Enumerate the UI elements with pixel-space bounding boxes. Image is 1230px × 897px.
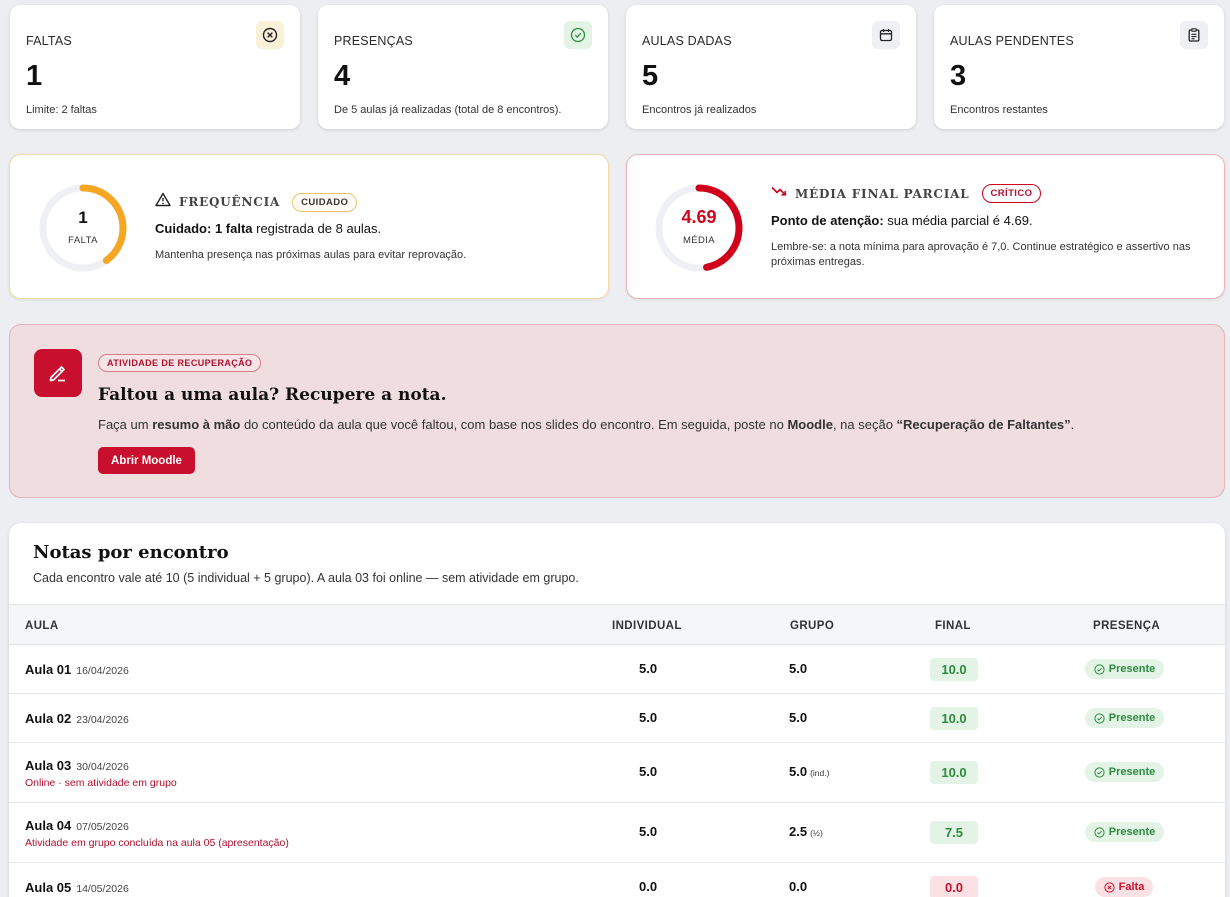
recovery-badge: ATIVIDADE DE RECUPERAÇÃO — [98, 354, 262, 372]
stat-value: 3 — [950, 60, 967, 92]
clipboard-icon — [1180, 21, 1208, 49]
row-individual: 5.0 — [639, 824, 658, 839]
check-circle-icon — [1094, 712, 1105, 724]
stat-card-aulas-pendentes: AULAS PENDENTES 3 Encontros restantes — [934, 5, 1224, 129]
grades-subtitle: Cada encontro vale até 10 (5 individual … — [33, 571, 579, 585]
row-presence-badge: Presente — [1085, 659, 1164, 679]
row-aula: Aula 01 16/04/2026 — [25, 662, 129, 677]
frequency-headline: Cuidado: 1 falta registrada de 8 aulas. — [155, 221, 382, 236]
table-row: Aula 05 14/05/2026 0.0 0.0 0.0 Falta — [9, 863, 1225, 897]
row-grupo: 5.0 (ind.) — [789, 764, 830, 779]
row-final: 7.5 — [930, 821, 978, 844]
warning-icon — [155, 192, 171, 212]
check-circle-icon — [1094, 663, 1105, 675]
row-individual: 0.0 — [639, 879, 658, 894]
row-grupo: 5.0 — [789, 661, 808, 676]
frequency-ring: 1 FALTA — [37, 182, 129, 274]
recovery-text: Faça um resumo à mão do conteúdo da aula… — [98, 417, 1075, 432]
average-title: MÉDIA FINAL PARCIAL — [795, 186, 970, 201]
table-row: Aula 01 16/04/2026 5.0 5.0 10.0 Presente — [9, 645, 1225, 694]
grades-card: Notas por encontro Cada encontro vale at… — [9, 523, 1225, 897]
trending-down-icon — [771, 184, 787, 203]
frequency-ring-value: 1 — [78, 208, 88, 227]
average-headline: Ponto de atenção: sua média parcial é 4.… — [771, 213, 1033, 228]
x-circle-icon — [256, 21, 284, 49]
stat-label: PRESENÇAS — [334, 34, 413, 48]
row-grupo: 0.0 — [789, 879, 808, 894]
col-aula: AULA — [25, 620, 59, 632]
row-presence-badge: Falta — [1095, 877, 1153, 897]
check-circle-icon — [1094, 826, 1105, 838]
col-individual: INDIVIDUAL — [612, 620, 682, 632]
stat-sub: De 5 aulas já realizadas (total de 8 enc… — [334, 104, 562, 116]
row-date: 16/04/2026 — [76, 665, 129, 677]
frequency-ring-caption: FALTA — [68, 235, 98, 246]
x-circle-icon — [1104, 881, 1115, 893]
row-date: 14/05/2026 — [76, 883, 129, 895]
average-ring-value: 4.69 — [681, 207, 717, 227]
row-grupo-tag: (ind.) — [810, 768, 830, 778]
row-final: 10.0 — [930, 658, 978, 681]
stat-label: AULAS DADAS — [642, 34, 732, 48]
stat-label: FALTAS — [26, 34, 72, 48]
row-note: Online · sem atividade em grupo — [25, 777, 177, 789]
col-grupo: GRUPO — [790, 620, 835, 632]
frequency-badge: CUIDADO — [292, 192, 358, 212]
row-aula: Aula 04 07/05/2026 — [25, 818, 129, 833]
row-aula: Aula 05 14/05/2026 — [25, 880, 129, 895]
stat-value: 5 — [642, 60, 659, 92]
table-row: Aula 03 30/04/2026 Online · sem atividade … — [9, 743, 1225, 803]
row-presence-badge: Presente — [1085, 762, 1164, 782]
calendar-icon — [872, 21, 900, 49]
average-card: 4.69 MÉDIA MÉDIA FINAL PARCIAL CRÍTICO P… — [626, 154, 1225, 299]
stat-sub: Encontros restantes — [950, 104, 1048, 116]
row-date: 30/04/2026 — [76, 761, 129, 773]
average-description: Lembre-se: a nota mínima para aprovação … — [771, 241, 1191, 268]
row-note: Atividade em grupo concluída na aula 05 … — [25, 837, 289, 849]
row-aula: Aula 02 23/04/2026 — [25, 711, 129, 726]
col-final: FINAL — [935, 620, 971, 632]
row-presence-badge: Presente — [1085, 708, 1164, 728]
recovery-title: Faltou a uma aula? Recupere a nota. — [98, 385, 447, 405]
col-presenca: PRESENÇA — [1093, 620, 1161, 632]
row-final: 10.0 — [930, 707, 978, 730]
stat-card-presencas: PRESENÇAS 4 De 5 aulas já realizadas (to… — [318, 5, 608, 129]
table-row: Aula 02 23/04/2026 5.0 5.0 10.0 Presente — [9, 694, 1225, 743]
stat-sub: Limite: 2 faltas — [26, 104, 97, 116]
row-final: 10.0 — [930, 761, 978, 784]
frequency-description: Mantenha presença nas próximas aulas par… — [155, 249, 467, 261]
row-grupo: 5.0 — [789, 710, 808, 725]
table-row: Aula 04 07/05/2026 Atividade em grupo conc… — [9, 803, 1225, 863]
check-circle-icon — [1094, 766, 1105, 778]
grades-title: Notas por encontro — [33, 542, 229, 563]
pencil-icon — [34, 349, 82, 397]
row-individual: 5.0 — [639, 764, 658, 779]
frequency-title: FREQUÊNCIA — [179, 195, 281, 209]
frequency-card: 1 FALTA FREQUÊNCIA CUIDADO Cuidado: 1 fa… — [9, 154, 609, 299]
average-ring: 4.69 MÉDIA — [653, 182, 745, 274]
stat-value: 1 — [26, 60, 43, 92]
row-individual: 5.0 — [639, 661, 658, 676]
recovery-panel: ATIVIDADE DE RECUPERAÇÃO Faltou a uma au… — [9, 324, 1225, 498]
row-date: 07/05/2026 — [76, 821, 129, 833]
row-presence-badge: Presente — [1085, 822, 1164, 842]
stat-card-aulas-dadas: AULAS DADAS 5 Encontros já realizados — [626, 5, 916, 129]
row-grupo-tag: (½) — [810, 828, 823, 838]
row-individual: 5.0 — [639, 710, 658, 725]
row-aula: Aula 03 30/04/2026 — [25, 758, 129, 773]
check-circle-icon — [564, 21, 592, 49]
row-grupo: 2.5 (½) — [789, 824, 823, 839]
stat-value: 4 — [334, 60, 351, 92]
average-badge: CRÍTICO — [981, 184, 1042, 203]
stat-sub: Encontros já realizados — [642, 104, 757, 116]
open-moodle-button[interactable]: Abrir Moodle — [98, 447, 195, 474]
average-ring-caption: MÉDIA — [682, 235, 716, 246]
row-final: 0.0 — [930, 876, 978, 897]
stat-label: AULAS PENDENTES — [950, 34, 1074, 48]
row-date: 23/04/2026 — [76, 714, 129, 726]
grades-table-header: AULA INDIVIDUAL GRUPO FINAL PRESENÇA — [9, 604, 1225, 645]
stat-card-faltas: FALTAS 1 Limite: 2 faltas — [10, 5, 300, 129]
